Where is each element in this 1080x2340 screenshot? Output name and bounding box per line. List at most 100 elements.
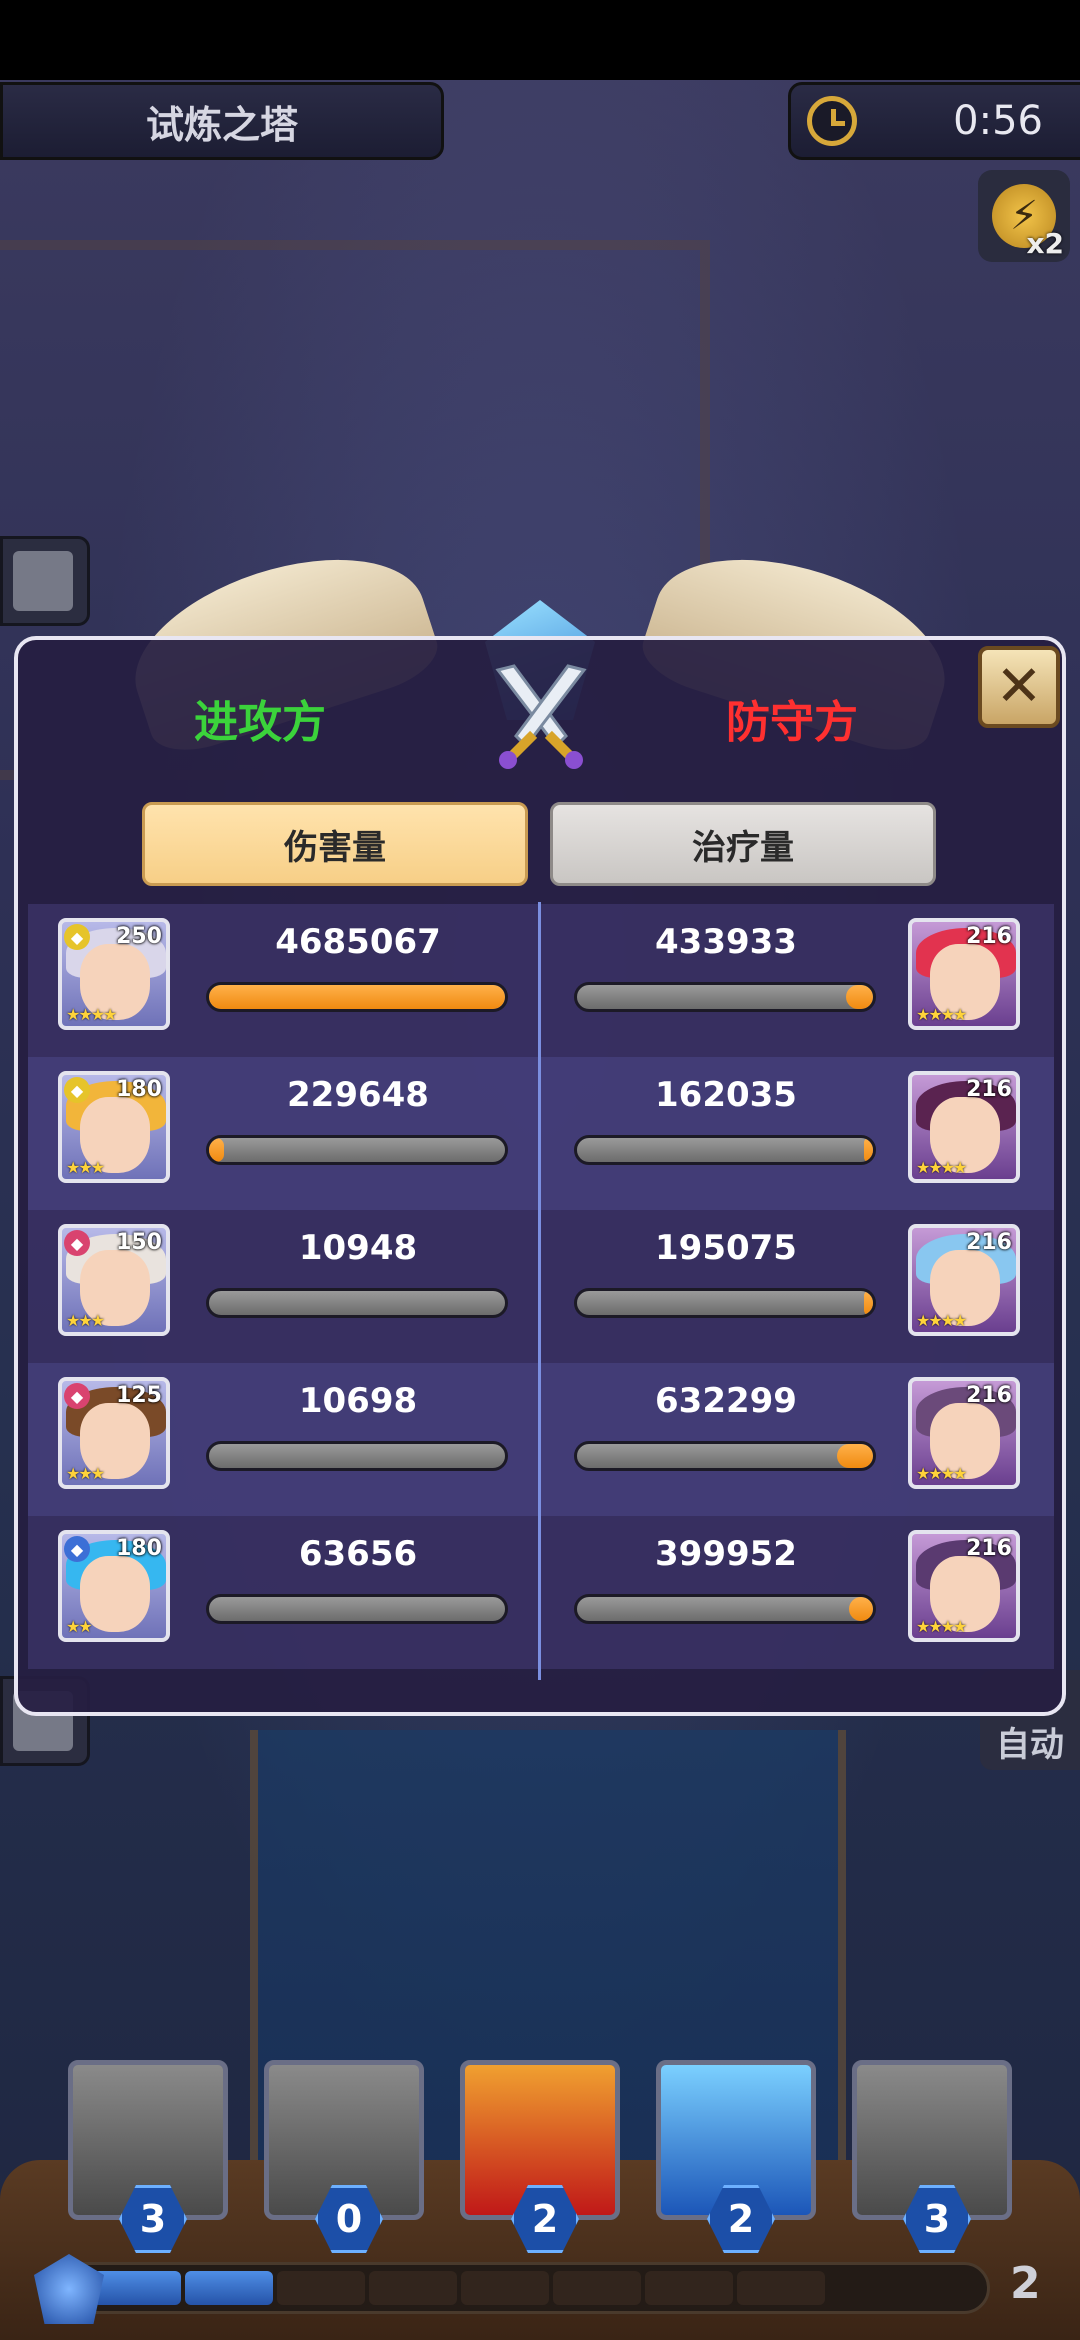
hero-level: 180 [116,1536,162,1561]
timer-text: 0:56 [953,98,1043,144]
defender-damage-bar [574,1288,876,1318]
energy-segment [277,2271,365,2305]
attacker-hero-portrait[interactable]: ◆ 125 ★★★ [58,1377,170,1489]
attacker-hero-portrait[interactable]: ◆ 180 ★★★ [58,1071,170,1183]
defender-damage-fill [849,1597,873,1621]
tab-damage[interactable]: 伤害量 [142,802,528,886]
defender-damage-fill [837,1444,873,1468]
faction-icon: ◆ [64,1536,90,1562]
center-divider [538,902,541,1680]
skill-button[interactable]: 2 [460,2060,620,2253]
attacker-damage-bar [206,1288,508,1318]
hero-level: 125 [116,1383,162,1408]
hero-stars: ★★★ [66,1158,105,1177]
attacker-damage-value: 63656 [298,1534,418,1574]
skill-count: 3 [923,2197,951,2241]
stats-row: ◆ 180 ★★ 63656 399952 216 ★★★★ [28,1516,1054,1669]
crossed-swords-icon [495,664,587,769]
defender-damage-bar [574,1441,876,1471]
hero-level: 150 [116,1230,162,1255]
speed-label: x2 [1026,227,1064,260]
attacker-damage-bar [206,1441,508,1471]
tab-damage-label: 伤害量 [284,827,386,868]
hero-level: 250 [116,924,162,949]
attacker-damage-bar [206,982,508,1012]
defender-label: 防守方 [726,697,858,748]
stats-row: ◆ 125 ★★★ 10698 632299 216 ★★★★ [28,1363,1054,1516]
attacker-hero-portrait[interactable]: ◆ 180 ★★ [58,1530,170,1642]
speed-toggle-button[interactable]: ⚡ x2 [978,170,1070,262]
defender-damage-value: 433933 [655,922,797,962]
energy-segment [93,2271,181,2305]
skill-count: 3 [139,2197,167,2241]
skill-button[interactable]: 3 [68,2060,228,2253]
attacker-damage-value: 229648 [287,1075,429,1115]
energy-segment [369,2271,457,2305]
hero-level: 216 [966,1536,1012,1561]
defender-hero-portrait[interactable]: 216 ★★★★ [908,1224,1020,1336]
attacker-damage-fill [209,985,505,1009]
defender-hero-portrait[interactable]: 216 ★★★★ [908,1530,1020,1642]
faction-icon: ◆ [64,1383,90,1409]
hero-stars: ★★★ [66,1464,105,1483]
hero-stars: ★★ [66,1617,93,1636]
stage-title: 试炼之塔 [0,82,444,160]
stats-row: ◆ 150 ★★★ 10948 195075 216 ★★★★ [28,1210,1054,1363]
attacker-damage-bar [206,1594,508,1624]
energy-segment [645,2271,733,2305]
skill-button[interactable]: 3 [852,2060,1012,2253]
tab-healing-label: 治疗量 [692,827,794,868]
hero-level: 216 [966,1383,1012,1408]
skill-count: 2 [727,2197,755,2241]
attacker-label: 进攻方 [194,697,326,748]
energy-bar [40,2262,990,2314]
defender-damage-bar [574,1594,876,1624]
auto-label: 自动 [996,1725,1064,1765]
close-icon: ✕ [995,654,1043,719]
attacker-damage-value: 10948 [298,1228,418,1268]
skill-button[interactable]: 0 [264,2060,424,2253]
defender-hero-portrait[interactable]: 216 ★★★★ [908,1071,1020,1183]
skill-count: 0 [335,2197,363,2241]
attacker-damage-fill [209,1138,224,1162]
hero-stars: ★★★★ [916,1005,967,1024]
defender-hero-portrait[interactable]: 216 ★★★★ [908,918,1020,1030]
faction-icon: ◆ [64,924,90,950]
stats-row: ◆ 250 ★★★★ 4685067 433933 216 ★★★★ [28,904,1054,1057]
hero-stars: ★★★★ [66,1005,117,1024]
hero-level: 180 [116,1077,162,1102]
skill-icon [13,551,73,611]
tab-healing[interactable]: 治疗量 [550,802,936,886]
clock-icon [807,96,857,146]
faction-icon: ◆ [64,1230,90,1256]
close-button[interactable]: ✕ [978,646,1060,728]
defender-damage-value: 632299 [655,1381,797,1421]
hero-stars: ★★★★ [916,1464,967,1483]
defender-damage-fill [864,1291,873,1315]
defender-damage-fill [846,985,873,1009]
side-skill-button-top[interactable] [0,536,90,626]
defender-damage-value: 399952 [655,1534,797,1574]
battle-timer: 0:56 [788,82,1080,160]
skill-button[interactable]: 2 [656,2060,816,2253]
defender-damage-bar [574,982,876,1012]
energy-segment [737,2271,825,2305]
hero-stars: ★★★ [66,1311,105,1330]
attacker-damage-value: 4685067 [275,922,441,962]
energy-segment [185,2271,273,2305]
attacker-hero-portrait[interactable]: ◆ 250 ★★★★ [58,918,170,1030]
hero-stars: ★★★★ [916,1158,967,1177]
skill-count: 2 [531,2197,559,2241]
hero-level: 216 [966,1077,1012,1102]
attacker-hero-portrait[interactable]: ◆ 150 ★★★ [58,1224,170,1336]
hero-level: 216 [966,1230,1012,1255]
defender-damage-value: 162035 [655,1075,797,1115]
hero-stars: ★★★★ [916,1311,967,1330]
stats-row: ◆ 180 ★★★ 229648 162035 216 ★★★★ [28,1057,1054,1210]
energy-count: 2 [1010,2258,1041,2309]
hero-stars: ★★★★ [916,1617,967,1636]
energy-segment [461,2271,549,2305]
hero-level: 216 [966,924,1012,949]
defender-hero-portrait[interactable]: 216 ★★★★ [908,1377,1020,1489]
attacker-damage-value: 10698 [298,1381,418,1421]
